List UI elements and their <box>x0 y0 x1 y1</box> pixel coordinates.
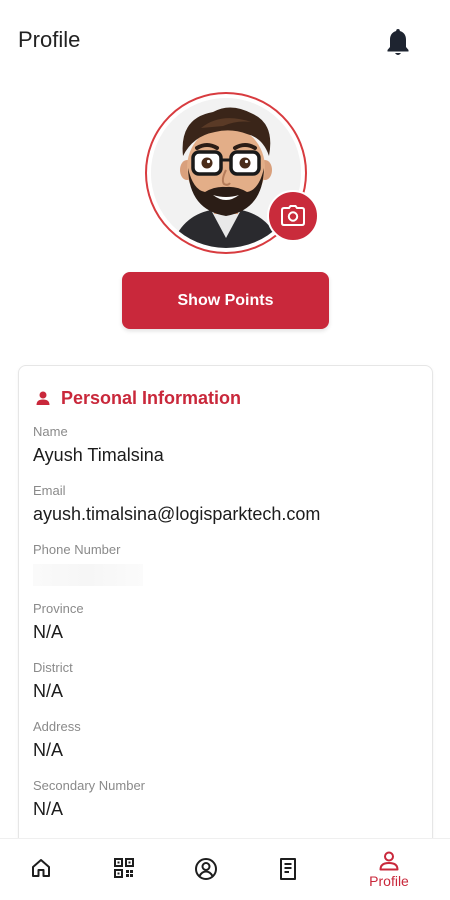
nav-item-home[interactable] <box>27 839 55 900</box>
field-value: N/A <box>33 681 64 701</box>
field-value: N/A <box>33 622 64 642</box>
field-province: Province N/A <box>33 601 423 645</box>
nav-item-qr[interactable] <box>110 839 138 900</box>
document-icon <box>280 858 296 880</box>
nav-item-profile[interactable]: Profile <box>356 839 422 900</box>
field-label: Email <box>33 483 66 498</box>
field-label: Province <box>33 601 84 616</box>
field-label: Address <box>33 719 81 734</box>
qr-code-icon <box>114 858 134 878</box>
show-points-button[interactable]: Show Points <box>122 272 329 329</box>
field-value <box>33 564 143 586</box>
field-label: Name <box>33 424 68 439</box>
field-address: Address N/A <box>33 719 423 763</box>
field-label: District <box>33 660 73 675</box>
nav-item-documents[interactable] <box>274 839 302 900</box>
home-icon <box>32 859 50 877</box>
person-outline-icon <box>379 851 399 871</box>
field-secondary-number: Secondary Number N/A <box>33 778 423 822</box>
bell-icon[interactable] <box>383 26 413 58</box>
field-value: N/A <box>33 740 64 760</box>
page-title: Profile <box>18 27 81 52</box>
nav-label-profile: Profile <box>369 873 409 889</box>
section-title: Personal Information <box>61 387 242 408</box>
field-label: Phone Number <box>33 542 121 557</box>
field-value: N/A <box>33 799 64 819</box>
field-value: Ayush Timalsina <box>33 445 164 465</box>
field-value: ayush.timalsina@logisparktech.com <box>33 504 321 524</box>
personal-information-card: Personal Information Name Ayush Timalsin… <box>18 365 433 865</box>
field-email: Email ayush.timalsina@logisparktech.com <box>33 483 423 527</box>
field-district: District N/A <box>33 660 423 704</box>
nav-item-account[interactable] <box>192 839 220 900</box>
change-photo-button[interactable] <box>267 190 319 242</box>
section-header: Personal Information <box>35 386 241 410</box>
profile-screen: Profile Show Points Personal Information… <box>0 0 450 900</box>
camera-icon <box>281 205 305 226</box>
bottom-navigation: Profile <box>0 838 450 900</box>
field-phone-number: Phone Number <box>33 542 423 586</box>
field-name: Name Ayush Timalsina <box>33 424 423 468</box>
profile-circle-icon <box>195 858 217 880</box>
person-icon <box>36 391 50 405</box>
field-label: Secondary Number <box>33 778 145 793</box>
app-header: Profile <box>0 0 450 84</box>
